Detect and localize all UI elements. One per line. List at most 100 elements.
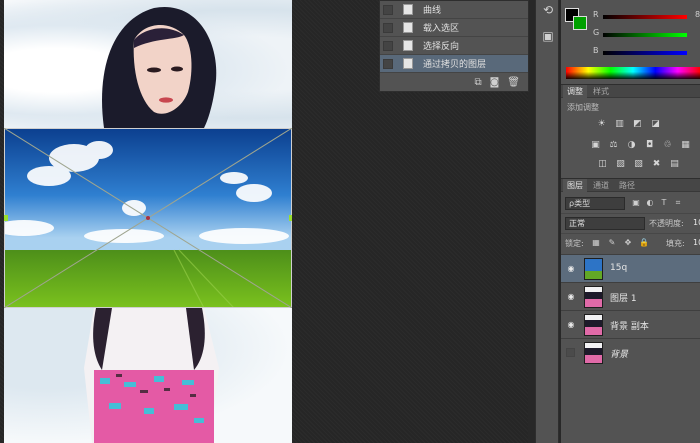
- history-item-label: 曲线: [423, 6, 442, 16]
- lock-label: 锁定:: [565, 239, 584, 248]
- adjustments-panel: 调整 样式 添加调整 ☀ ▥ ◩ ◪ ▣ ⚖ ◑ ◘ ♲ ▦ ◫ ▨ ▧ ✖ ▤: [561, 84, 700, 178]
- history-footer: ⧉ ◙ 🗑: [380, 74, 528, 91]
- layer-name[interactable]: 图层 1: [610, 291, 637, 304]
- document-canvas[interactable]: [4, 0, 292, 443]
- history-item-selected[interactable]: 通过拷贝的图层: [380, 55, 528, 73]
- layer-name[interactable]: 背景: [610, 347, 628, 360]
- history-item-label: 选择反向: [423, 42, 460, 52]
- eye-icon[interactable]: ◉: [566, 292, 576, 302]
- layer-thumbnail: [584, 258, 603, 280]
- background-color-swatch[interactable]: [573, 16, 587, 30]
- brightness-icon[interactable]: ☀: [595, 119, 608, 130]
- channel-label: R: [593, 10, 599, 19]
- history-checkbox[interactable]: [383, 22, 393, 33]
- color-panel: R 8 G B: [561, 0, 700, 84]
- fill-input[interactable]: 10: [693, 238, 700, 247]
- layer-row[interactable]: ◉ 图层 1: [561, 282, 700, 310]
- lock-transparency-icon[interactable]: ▦: [591, 237, 601, 248]
- green-track[interactable]: [603, 33, 687, 37]
- posterize-icon[interactable]: ▨: [614, 159, 627, 170]
- layer-name[interactable]: 15q: [610, 263, 627, 273]
- red-slider[interactable]: R 8: [591, 10, 700, 24]
- threshold-icon[interactable]: ▧: [632, 159, 645, 170]
- opacity-input[interactable]: 10: [693, 218, 700, 227]
- curves-icon[interactable]: ◩: [631, 119, 644, 130]
- tab-paths[interactable]: 路径: [615, 179, 639, 192]
- tab-layers[interactable]: 图层: [563, 179, 587, 192]
- right-panel: R 8 G B 调整 样式 添加调整 ☀ ▥ ◩ ◪ ▣ ⚖ ◑ ◘ ♲ ▦ ◫…: [561, 0, 700, 443]
- vibrance-icon[interactable]: ▣: [589, 140, 602, 151]
- exposure-icon[interactable]: ◪: [649, 119, 662, 130]
- new-snapshot-icon[interactable]: ⧉: [474, 77, 481, 88]
- blend-row: 正常 不透明度: 10: [561, 213, 700, 231]
- lock-row: 锁定: ▦ ✎ ✥ 🔒 填充: 10: [561, 233, 700, 251]
- sky-grass-layer[interactable]: [4, 127, 292, 309]
- layer-row[interactable]: ◉ 背景 副本: [561, 310, 700, 338]
- history-checkbox[interactable]: [383, 4, 393, 15]
- channel-mixer-icon[interactable]: ▦: [679, 140, 692, 151]
- channel-value[interactable]: 8: [695, 10, 700, 19]
- background-photo-bottom: [4, 308, 292, 443]
- layers-tabbar: 图层 通道 路径: [561, 179, 700, 192]
- history-checkbox[interactable]: [383, 40, 393, 51]
- bw-icon[interactable]: ◘: [643, 140, 656, 151]
- layer-name[interactable]: 背景 副本: [610, 319, 649, 332]
- portrait-upper-figure: [102, 6, 217, 129]
- type-filter-icon[interactable]: T: [659, 197, 669, 208]
- adjustment-row-1: ☀ ▥ ◩ ◪: [595, 119, 662, 130]
- tab-channels[interactable]: 通道: [589, 179, 613, 192]
- gradient-map-icon[interactable]: ▤: [668, 159, 681, 170]
- add-adjustment-label: 添加调整: [567, 103, 599, 112]
- selective-color-icon[interactable]: ✖: [650, 159, 663, 170]
- lock-all-icon[interactable]: 🔒: [639, 237, 649, 248]
- visibility-toggle-empty[interactable]: [566, 348, 575, 357]
- history-item[interactable]: 载入选区: [380, 19, 528, 37]
- channel-label: B: [593, 46, 599, 55]
- layer-thumbnail: [584, 286, 603, 308]
- adjustment-row-2: ▣ ⚖ ◑ ◘ ♲ ▦: [589, 140, 692, 151]
- adjustments-tabbar: 调整 样式: [561, 85, 700, 98]
- lock-brush-icon[interactable]: ✎: [607, 237, 617, 248]
- history-item[interactable]: 选择反向: [380, 37, 528, 55]
- document-icon: [403, 4, 413, 15]
- layer-thumbnail: [584, 342, 603, 364]
- lock-move-icon[interactable]: ✥: [623, 237, 633, 248]
- shape-filter-icon[interactable]: ⌗: [673, 197, 683, 208]
- levels-icon[interactable]: ▥: [613, 119, 626, 130]
- tab-adjustments[interactable]: 调整: [563, 85, 587, 98]
- photo-filter-icon[interactable]: ♲: [661, 140, 674, 151]
- history-checkbox[interactable]: [383, 58, 393, 69]
- pixel-filter-icon[interactable]: ▣: [631, 197, 641, 208]
- color-balance-icon[interactable]: ◑: [625, 140, 638, 151]
- layer-row-selected[interactable]: ◉ 15q: [561, 254, 700, 282]
- background-photo-top: [4, 0, 292, 129]
- portrait-lower-figure: [84, 308, 219, 443]
- red-track[interactable]: [603, 15, 687, 19]
- document-icon: [403, 40, 413, 51]
- blue-slider[interactable]: B: [591, 46, 700, 60]
- history-item[interactable]: 曲线: [380, 1, 528, 19]
- history-item-label: 通过拷贝的图层: [423, 60, 487, 70]
- history-item-label: 载入选区: [423, 24, 460, 34]
- eye-icon[interactable]: ◉: [566, 320, 576, 330]
- tab-styles[interactable]: 样式: [589, 85, 613, 98]
- history-panel: 曲线 载入选区 选择反向 通过拷贝的图层 ⧉ ◙ 🗑: [379, 0, 529, 92]
- eye-icon[interactable]: ◉: [566, 264, 576, 274]
- camera-icon[interactable]: ◙: [490, 77, 500, 88]
- layer-kind-select[interactable]: ρ类型: [565, 197, 625, 210]
- layer-filter-row: ρ类型 ▣ ◐ T ⌗: [561, 194, 700, 212]
- document-icon: [403, 22, 413, 33]
- trash-icon[interactable]: 🗑: [507, 77, 520, 88]
- blend-mode-select[interactable]: 正常: [565, 217, 645, 230]
- lock-icons: ▦ ✎ ✥ 🔒: [591, 237, 649, 248]
- layer-row[interactable]: 背景: [561, 338, 700, 366]
- green-slider[interactable]: G: [591, 28, 700, 42]
- color-spectrum[interactable]: [566, 67, 700, 79]
- history-panel-icon[interactable]: ⟲: [540, 2, 556, 18]
- adjustment-filter-icon[interactable]: ◐: [645, 197, 655, 208]
- invert-icon[interactable]: ◫: [596, 159, 609, 170]
- hue-saturation-icon[interactable]: ⚖: [607, 140, 620, 151]
- opacity-label: 不透明度:: [649, 219, 684, 228]
- blue-track[interactable]: [603, 51, 687, 55]
- properties-panel-icon[interactable]: ▣: [540, 28, 556, 44]
